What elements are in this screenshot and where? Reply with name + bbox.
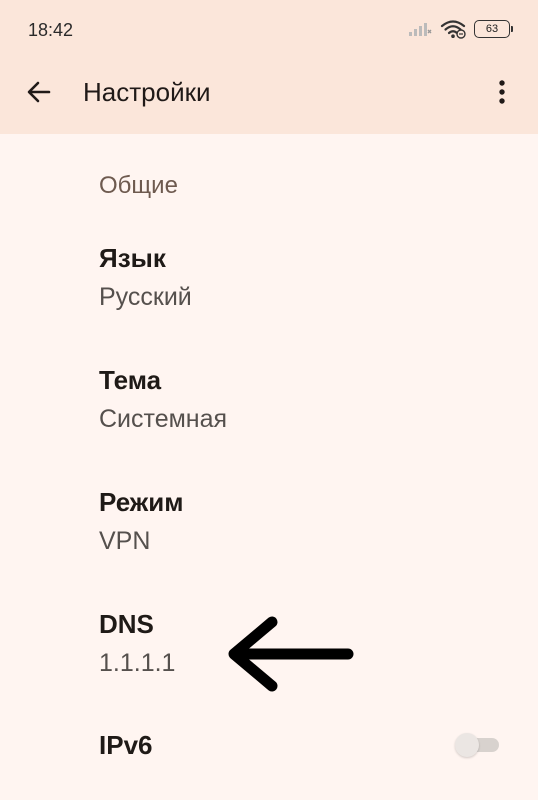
battery-icon: 63	[474, 20, 513, 38]
app-bar: Настройки	[0, 64, 538, 134]
setting-value: Русский	[99, 283, 192, 311]
setting-title: DNS	[99, 609, 154, 639]
more-vert-icon	[497, 79, 507, 110]
settings-screen: 18:42 63 Настройки Общие Язык Русский Те…	[0, 0, 538, 800]
setting-value: 1.1.1.1	[99, 649, 176, 677]
arrow-left-icon	[25, 78, 53, 111]
setting-title: IPv6	[99, 730, 153, 760]
status-bar: 18:42 63	[0, 0, 538, 64]
back-button[interactable]	[18, 73, 60, 115]
signal-icon	[408, 21, 432, 37]
ipv6-toggle[interactable]	[455, 733, 501, 757]
wifi-icon	[440, 19, 466, 39]
page-title: Настройки	[83, 77, 211, 107]
setting-mode[interactable]: Режим VPN	[0, 487, 538, 587]
status-time: 18:42	[28, 20, 74, 40]
arrow-left-icon	[220, 612, 360, 701]
setting-ipv6[interactable]: IPv6	[0, 730, 538, 790]
battery-level: 63	[485, 22, 499, 35]
setting-title: Тема	[99, 365, 162, 395]
more-options-button[interactable]	[482, 73, 522, 115]
toggle-thumb	[455, 733, 479, 757]
setting-theme[interactable]: Тема Системная	[0, 365, 538, 465]
setting-value: Системная	[99, 405, 228, 433]
status-icons: 63	[408, 19, 513, 39]
section-title: Общие	[99, 172, 178, 199]
setting-title: Режим	[99, 487, 184, 517]
setting-title: Язык	[99, 243, 166, 273]
setting-language[interactable]: Язык Русский	[0, 243, 538, 343]
setting-value: VPN	[99, 527, 151, 555]
